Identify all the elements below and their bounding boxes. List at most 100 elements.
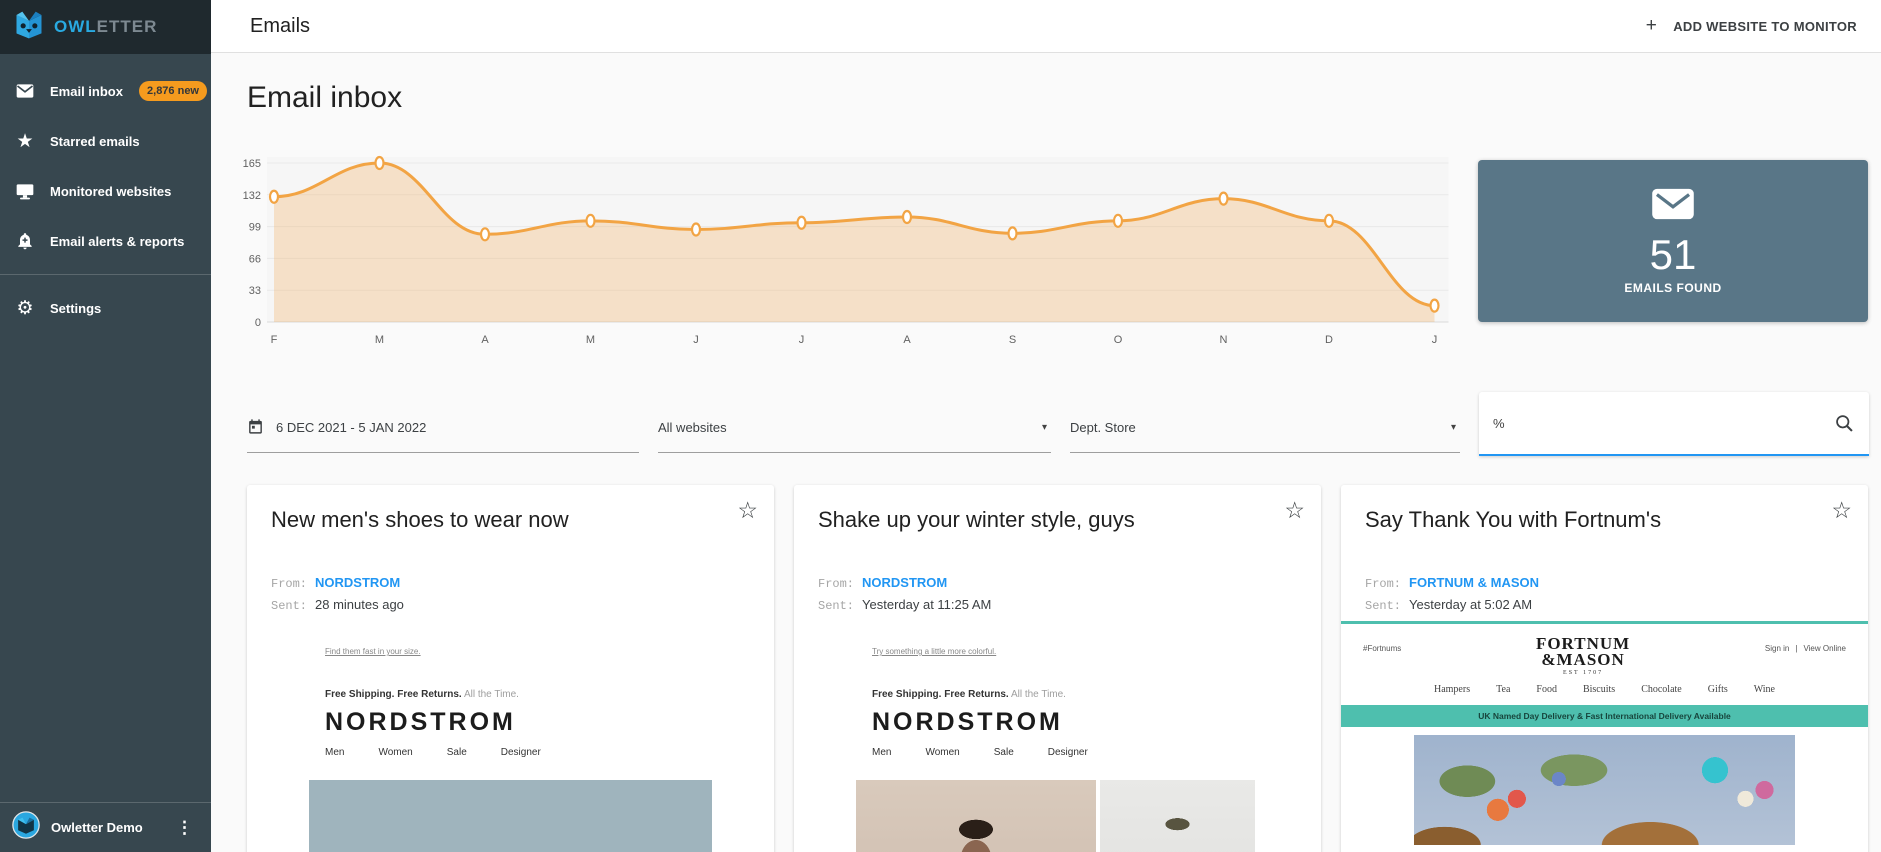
- preview-nav-item: Men: [325, 747, 344, 758]
- section-heading: Email inbox: [247, 81, 402, 115]
- sidebar-item-starred-emails[interactable]: ★ Starred emails: [0, 116, 211, 166]
- user-bar: Owletter Demo ⋮: [0, 802, 211, 852]
- svg-text:N: N: [1220, 334, 1228, 346]
- svg-text:J: J: [693, 334, 699, 346]
- email-preview: #Fortnums FORTNUM &MASON EST 1707 Sign i…: [1341, 621, 1868, 845]
- preview-nav-item: Designer: [501, 747, 541, 758]
- brand-name: OWLETTER: [54, 17, 157, 37]
- tagline-rest: All the Time.: [1011, 689, 1066, 700]
- search-icon[interactable]: [1834, 413, 1855, 434]
- search-input[interactable]: [1493, 416, 1824, 431]
- sidebar-divider: [0, 274, 211, 275]
- sent-time: Yesterday at 11:25 AM: [862, 597, 991, 612]
- email-title: Shake up your winter style, guys: [818, 505, 1261, 535]
- gear-icon: ⚙: [14, 297, 36, 319]
- email-card[interactable]: ☆ New men's shoes to wear now From: NORD…: [247, 485, 774, 852]
- email-preview-image: [309, 780, 712, 852]
- svg-text:0: 0: [255, 317, 261, 329]
- add-website-label: ADD WEBSITE TO MONITOR: [1673, 19, 1857, 34]
- sent-label: Sent:: [818, 599, 854, 613]
- bell-plus-icon: [14, 230, 36, 252]
- email-title: Say Thank You with Fortnum's: [1365, 505, 1808, 535]
- sender-link[interactable]: NORDSTROM: [862, 575, 947, 590]
- svg-text:132: 132: [243, 190, 261, 202]
- plus-icon: +: [1646, 15, 1657, 37]
- email-sent-row: Sent: 28 minutes ago: [271, 597, 750, 613]
- email-preview: Find them fast in your size. Free Shippi…: [247, 621, 774, 852]
- sidebar-item-monitored-websites[interactable]: Monitored websites: [0, 166, 211, 216]
- view-online-link: View Online: [1803, 644, 1846, 653]
- preview-nav-item: Hampers: [1434, 684, 1470, 695]
- website-select[interactable]: All websites ▾: [658, 403, 1051, 453]
- emails-found-card: 51 EMAILS FOUND: [1478, 160, 1868, 322]
- star-icon: ★: [14, 130, 36, 152]
- tagline-bold: Free Shipping. Free Returns.: [872, 689, 1009, 700]
- add-website-button[interactable]: + ADD WEBSITE TO MONITOR: [1636, 7, 1867, 45]
- sidebar-item-label: Email inbox: [50, 84, 123, 99]
- brand-secondary: ETTER: [97, 17, 158, 36]
- svg-text:66: 66: [249, 253, 261, 265]
- new-emails-badge: 2,876 new: [139, 81, 207, 101]
- star-outline-icon: ☆: [1284, 497, 1305, 523]
- preview-nav: Men Women Sale Designer: [872, 747, 1259, 758]
- preview-link: Try something a little more colorful.: [872, 647, 996, 656]
- from-label: From:: [271, 577, 307, 591]
- preview-nav-item: Sale: [447, 747, 467, 758]
- preview-nav-item: Women: [378, 747, 412, 758]
- sent-time: 28 minutes ago: [315, 597, 404, 612]
- header: Emails + ADD WEBSITE TO MONITOR: [211, 0, 1881, 53]
- category-select[interactable]: Dept. Store ▾: [1070, 403, 1460, 453]
- star-email-button[interactable]: ☆: [1831, 499, 1852, 522]
- envelope-icon: [14, 80, 36, 102]
- preview-nav-item: Men: [872, 747, 891, 758]
- nordstrom-logo: NORDSTROM: [325, 708, 712, 737]
- email-preview: Try something a little more colorful. Fr…: [794, 621, 1321, 852]
- sent-label: Sent:: [271, 599, 307, 613]
- svg-text:A: A: [903, 334, 911, 346]
- preview-nav-item: Gifts: [1708, 684, 1728, 695]
- star-email-button[interactable]: ☆: [737, 499, 758, 522]
- sidebar-nav: Email inbox 2,876 new ★ Starred emails M…: [0, 54, 211, 333]
- svg-text:M: M: [586, 334, 595, 346]
- from-label: From:: [818, 577, 854, 591]
- website-select-value: All websites: [658, 420, 727, 435]
- svg-text:33: 33: [249, 285, 261, 297]
- sender-link[interactable]: NORDSTROM: [315, 575, 400, 590]
- emails-per-month-chart: 0336699132165FMAMJJASONDJ: [231, 143, 1461, 353]
- sender-link[interactable]: FORTNUM & MASON: [1409, 575, 1539, 590]
- date-range-field[interactable]: 6 DEC 2021 - 5 JAN 2022: [247, 403, 639, 453]
- divider: |: [1795, 644, 1797, 653]
- logo-bar: OWLETTER: [0, 0, 211, 54]
- sidebar-item-email-alerts[interactable]: Email alerts & reports: [0, 216, 211, 266]
- sent-time: Yesterday at 5:02 AM: [1409, 597, 1532, 612]
- email-preview-images: [856, 780, 1259, 852]
- sidebar-item-email-inbox[interactable]: Email inbox 2,876 new: [0, 66, 211, 116]
- email-cards-row: ☆ New men's shoes to wear now From: NORD…: [247, 485, 1868, 852]
- preview-tagline: Free Shipping. Free Returns. All the Tim…: [325, 689, 712, 700]
- email-title: New men's shoes to wear now: [271, 505, 714, 535]
- chevron-down-icon: ▾: [1042, 422, 1051, 433]
- svg-text:S: S: [1009, 334, 1016, 346]
- date-range-value: 6 DEC 2021 - 5 JAN 2022: [276, 420, 426, 435]
- user-menu-button[interactable]: ⋮: [170, 816, 199, 840]
- search-box: [1479, 392, 1869, 456]
- sent-label: Sent:: [1365, 599, 1401, 613]
- emails-found-label: EMAILS FOUND: [1624, 281, 1721, 295]
- email-sent-row: Sent: Yesterday at 11:25 AM: [818, 597, 1297, 613]
- preview-nav-item: Sale: [994, 747, 1014, 758]
- preview-tagline: Free Shipping. Free Returns. All the Tim…: [872, 689, 1259, 700]
- svg-text:D: D: [1325, 334, 1333, 346]
- email-card[interactable]: ☆ Say Thank You with Fortnum's From: FOR…: [1341, 485, 1868, 852]
- nordstrom-logo: NORDSTROM: [872, 708, 1259, 737]
- sidebar-item-settings[interactable]: ⚙ Settings: [0, 283, 211, 333]
- hashtag-label: #Fortnums: [1363, 644, 1401, 653]
- email-from-row: From: NORDSTROM: [271, 575, 750, 591]
- star-email-button[interactable]: ☆: [1284, 499, 1305, 522]
- fortnum-header-links: Sign in | View Online: [1765, 644, 1846, 653]
- owl-logo-icon: [14, 10, 44, 45]
- category-select-value: Dept. Store: [1070, 420, 1136, 435]
- svg-text:A: A: [481, 334, 489, 346]
- email-card[interactable]: ☆ Shake up your winter style, guys From:…: [794, 485, 1321, 852]
- nordstrom-email-body: Try something a little more colorful. Fr…: [794, 621, 1321, 852]
- svg-text:F: F: [271, 334, 278, 346]
